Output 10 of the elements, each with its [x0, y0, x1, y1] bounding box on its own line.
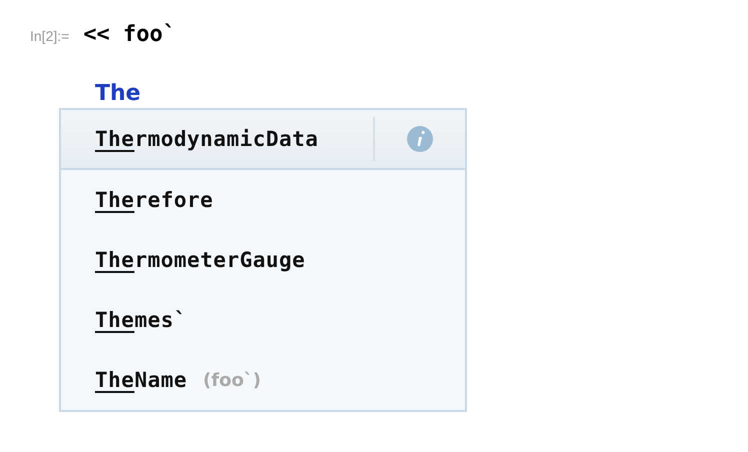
input-label: In[2]:= — [30, 28, 70, 44]
info-icon[interactable] — [407, 126, 433, 152]
completion-item[interactable]: The rmodynamicData — [61, 110, 465, 170]
typed-text: The — [95, 81, 141, 106]
context-label: (foo`) — [203, 370, 262, 390]
completion-item[interactable]: The refore — [61, 170, 465, 230]
completion-item[interactable]: TheName (foo`) — [61, 350, 465, 410]
input-code[interactable]: << foo` — [83, 22, 176, 47]
completion-item[interactable]: Themes` — [61, 290, 465, 350]
completion-item[interactable]: The rmometerGauge — [61, 230, 465, 290]
